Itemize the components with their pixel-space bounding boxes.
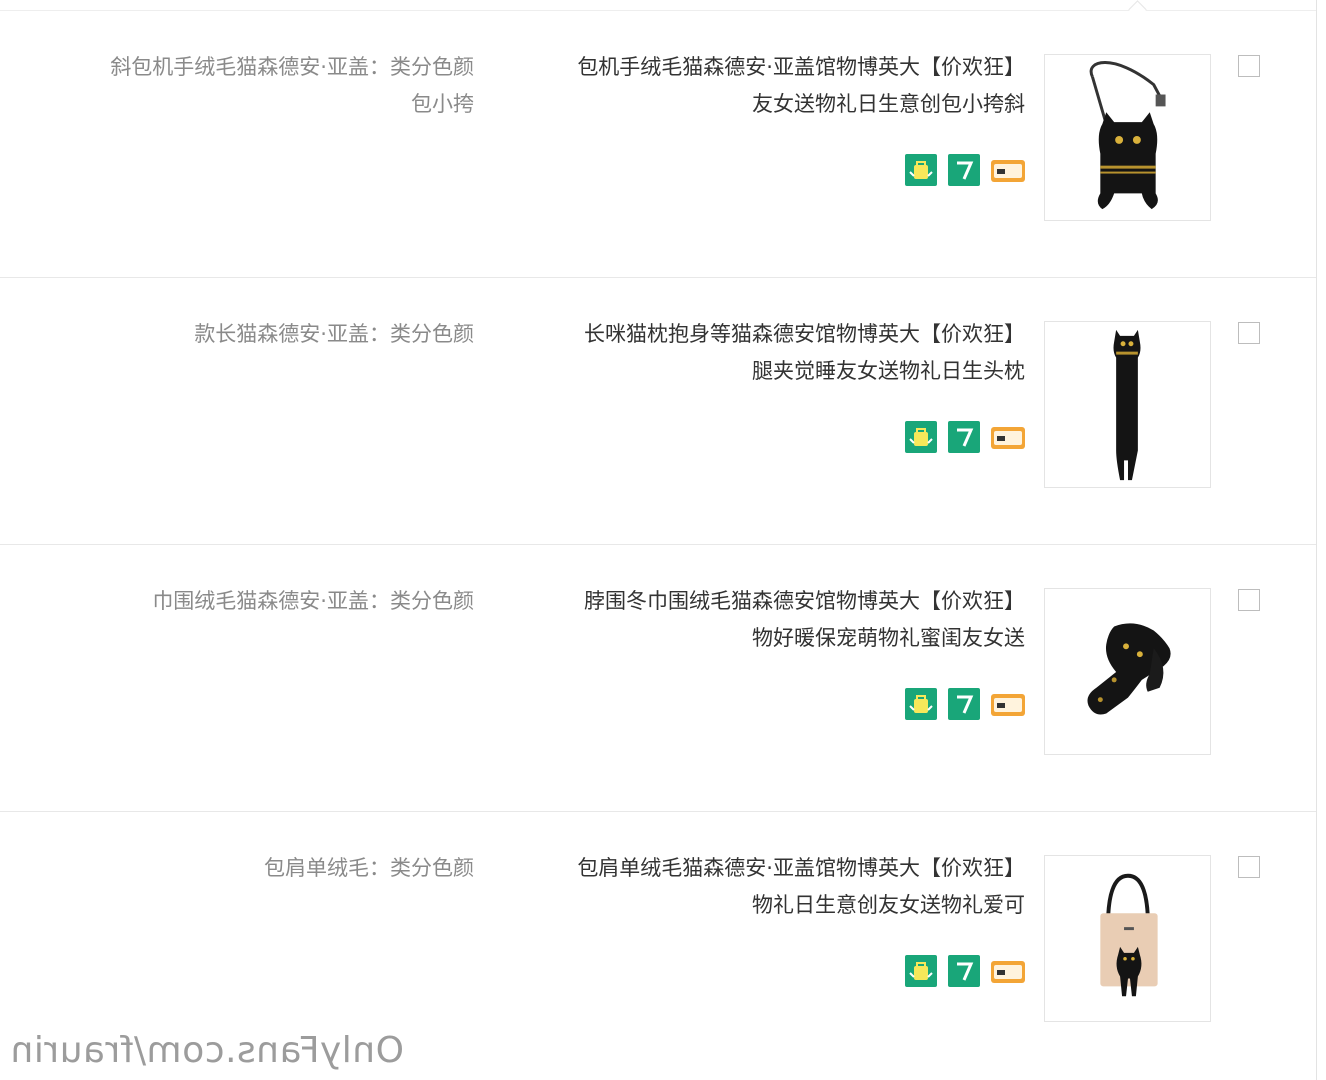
seven-day-return-icon: [948, 688, 980, 720]
item-checkbox[interactable]: [1238, 589, 1260, 611]
shopping-bag-icon: [905, 154, 937, 186]
product-thumbnail[interactable]: [1044, 321, 1211, 488]
cat-crossbody-bag-icon: [1089, 61, 1166, 210]
sku-spec: 颜色分类：盖亚·安德森猫长款: [194, 322, 474, 346]
product-thumbnail[interactable]: [1044, 588, 1211, 755]
cart-item-row: 【狂欢价】大英博物馆安德森猫等身抱枕猫咪长枕头生日礼物送女友睡觉夹腿 颜色分类：…: [0, 278, 1316, 545]
seven-day-return-icon: [948, 955, 980, 987]
seven-day-return-icon: [948, 421, 980, 453]
cart-item-row: 【狂欢价】大英博物馆盖亚·安德森猫毛绒手机包斜挎小包创意生日礼物送女友 颜色分类…: [0, 11, 1316, 278]
product-title[interactable]: 【狂欢价】大英博物馆安德森猫毛绒围巾冬围脖送女友闺蜜礼物萌宠保暖好物: [565, 583, 1025, 657]
watermark: OnlyFans.com/fraurin: [10, 1030, 404, 1071]
cart-item-row: 【狂欢价】大英博物馆安德森猫毛绒围巾冬围脖送女友闺蜜礼物萌宠保暖好物 颜色分类：…: [0, 545, 1316, 812]
shopping-bag-icon: [905, 688, 937, 720]
cat-long-pillow-icon: [1113, 329, 1141, 481]
cart-item-list: 【狂欢价】大英博物馆盖亚·安德森猫毛绒手机包斜挎小包创意生日礼物送女友 颜色分类…: [0, 0, 1317, 1080]
item-checkbox[interactable]: [1238, 55, 1260, 77]
credit-card-icon: [991, 961, 1025, 983]
cat-scarf-icon: [1087, 623, 1171, 715]
credit-card-icon: [991, 427, 1025, 449]
sku-spec: 颜色分类：毛绒单肩包: [264, 856, 474, 880]
shopping-bag-icon: [905, 421, 937, 453]
product-title[interactable]: 【狂欢价】大英博物馆盖亚·安德森猫毛绒手机包斜挎小包创意生日礼物送女友: [565, 49, 1025, 123]
shopping-bag-icon: [905, 955, 937, 987]
credit-card-icon: [991, 160, 1025, 182]
cat-tote-bag-icon: [1100, 873, 1158, 997]
sku-spec: 颜色分类：盖亚·安德森猫毛绒手机包斜挎小包: [110, 55, 474, 116]
product-thumbnail[interactable]: [1044, 855, 1211, 1022]
sku-spec: 颜色分类：盖亚·安德森猫毛绒围巾: [152, 589, 474, 613]
product-title[interactable]: 【狂欢价】大英博物馆安德森猫等身抱枕猫咪长枕头生日礼物送女友睡觉夹腿: [565, 316, 1025, 390]
item-checkbox[interactable]: [1238, 856, 1260, 878]
product-thumbnail[interactable]: [1044, 54, 1211, 221]
item-checkbox[interactable]: [1238, 322, 1260, 344]
product-title[interactable]: 【狂欢价】大英博物馆盖亚·安德森猫毛绒单肩包可爱礼物送女友创意生日礼物: [565, 850, 1025, 924]
credit-card-icon: [991, 694, 1025, 716]
seven-day-return-icon: [948, 154, 980, 186]
